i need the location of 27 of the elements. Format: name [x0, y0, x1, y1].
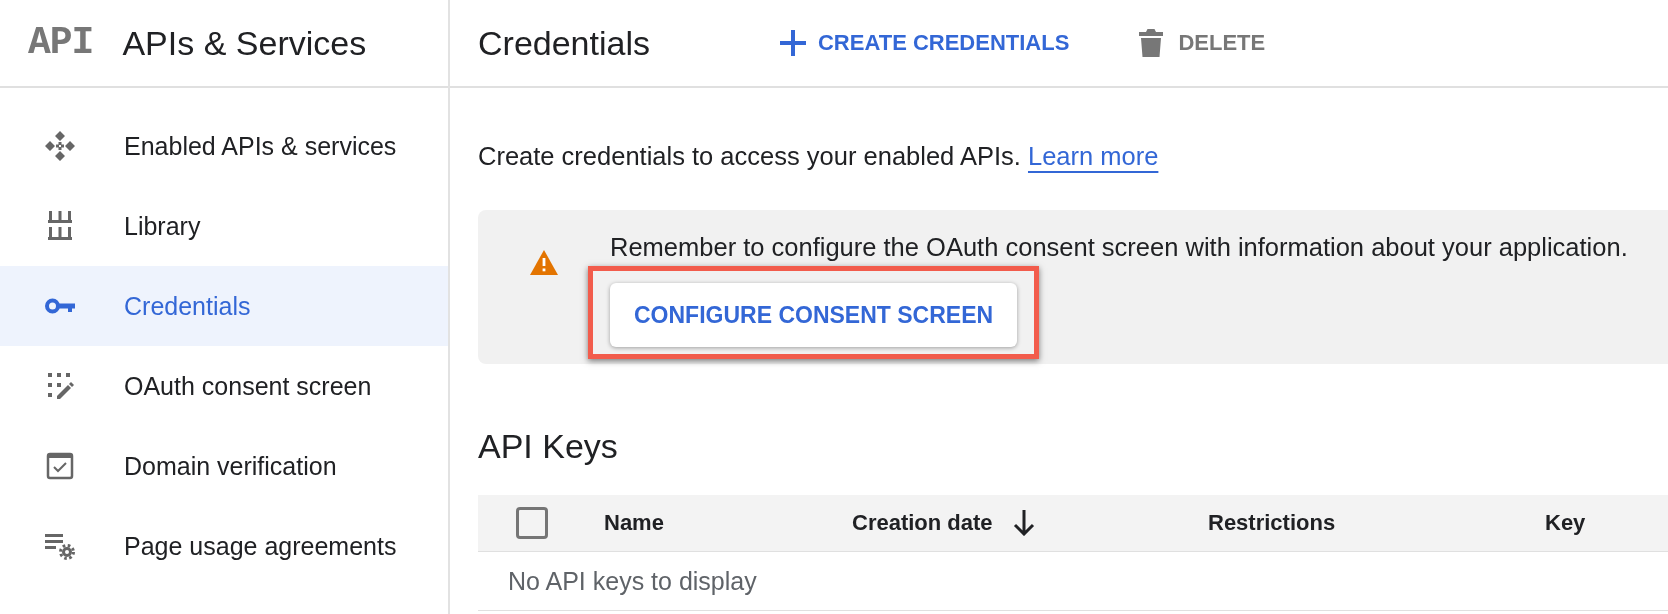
configure-consent-button[interactable]: CONFIGURE CONSENT SCREEN — [610, 283, 1018, 347]
app-title: APIs & Services — [122, 22, 367, 64]
diamonds-icon — [44, 130, 76, 162]
column-header[interactable]: Creation date — [852, 510, 1035, 536]
notice-text: Remember to configure the OAuth consent screen with information about your application. — [610, 232, 1628, 263]
sidebar-item[interactable]: Page usage agreements — [0, 506, 448, 586]
sidebar-item[interactable]: Credentials — [0, 266, 448, 346]
checked-square-icon — [44, 450, 76, 482]
sidebar-item[interactable]: OAuth consent screen — [0, 346, 448, 426]
arrow-down-icon — [1012, 510, 1035, 536]
section-title: API Keys — [478, 426, 619, 467]
empty-message: No API keys to display — [508, 566, 757, 596]
learn-more-link[interactable]: Learn more — [1028, 142, 1159, 170]
create-credentials-button[interactable]: CREATE CREDENTIALS — [768, 21, 1082, 65]
intro-text: Create credentials to access your enabled APIs. Learn more — [478, 141, 1160, 172]
trash-icon — [1139, 29, 1164, 57]
warning-icon — [530, 250, 558, 275]
sidebar-item[interactable]: Domain verification — [0, 426, 448, 506]
page-title: Credentials — [478, 22, 650, 64]
column-header[interactable]: Key — [1545, 510, 1586, 536]
plus-icon — [780, 30, 806, 56]
api-logo: API — [28, 24, 94, 62]
select-all-checkbox[interactable] — [516, 507, 548, 539]
column-header[interactable]: Restrictions — [1208, 510, 1336, 536]
sidebar-item[interactable]: Library — [0, 186, 448, 266]
column-header[interactable]: Name — [604, 510, 664, 536]
sidebar-item[interactable]: Enabled APIs & services — [0, 106, 448, 186]
